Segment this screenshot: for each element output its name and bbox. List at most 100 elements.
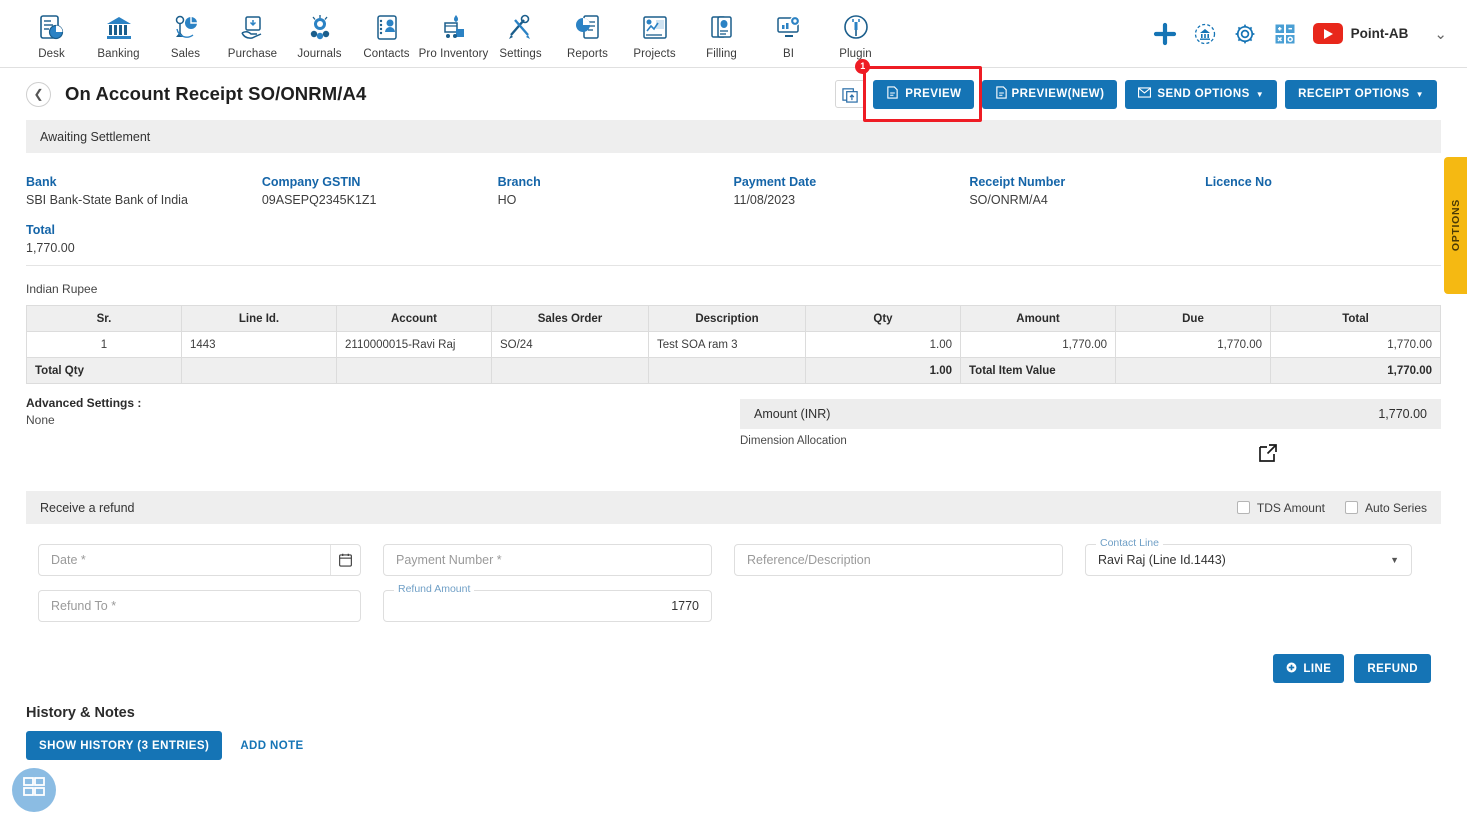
cell-amount: 1,770.00 bbox=[960, 331, 1116, 358]
back-button[interactable]: ❮ bbox=[26, 81, 51, 107]
plus-icon[interactable] bbox=[1153, 22, 1177, 46]
widget-grid-icon bbox=[23, 776, 45, 804]
refund-form: Date * Payment Number * Reference/Descri… bbox=[26, 524, 1441, 640]
send-options-button-label: SEND OPTIONS bbox=[1157, 88, 1250, 100]
col-account: Account bbox=[336, 305, 492, 332]
checkbox-label: TDS Amount bbox=[1256, 500, 1325, 515]
refund-button[interactable]: REFUND bbox=[1354, 654, 1431, 683]
nav-item-contacts[interactable]: Contacts bbox=[353, 8, 420, 60]
field-total: Total 1,770.00 bbox=[26, 223, 262, 255]
status-band: Awaiting Settlement bbox=[26, 120, 1441, 153]
field-label: Total bbox=[26, 223, 55, 237]
field-company-gstin: Company GSTIN 09ASEPQ2345K1Z1 bbox=[262, 175, 498, 207]
refund-to-input[interactable]: Refund To * bbox=[38, 590, 361, 622]
cell-description: Test SOA ram 3 bbox=[648, 331, 806, 358]
widget-launcher-button[interactable] bbox=[12, 768, 56, 812]
add-note-button[interactable]: ADD NOTE bbox=[240, 740, 303, 752]
settings-tools-icon bbox=[506, 12, 536, 44]
dimension-allocation-row: Dimension Allocation bbox=[740, 429, 1441, 475]
reference-description-input[interactable]: Reference/Description bbox=[734, 544, 1063, 576]
nav-item-pro-inventory[interactable]: Pro Inventory bbox=[419, 8, 488, 60]
col-sales-order: Sales Order bbox=[491, 305, 649, 332]
col-amount: Amount bbox=[960, 305, 1116, 332]
nav-item-sales[interactable]: Sales bbox=[152, 8, 219, 60]
auto-series-checkbox[interactable]: Auto Series bbox=[1344, 501, 1427, 515]
contact-line-select[interactable]: Contact Line Ravi Raj (Line Id.1443) ▼ bbox=[1085, 537, 1412, 576]
send-options-button[interactable]: SEND OPTIONS ▼ bbox=[1125, 79, 1278, 109]
nav-item-purchase[interactable]: Purchase bbox=[219, 8, 286, 60]
show-history-button[interactable]: SHOW HISTORY (3 ENTRIES) bbox=[26, 731, 223, 760]
show-history-button-label: SHOW HISTORY (3 ENTRIES) bbox=[39, 739, 210, 752]
amount-label: Amount (INR) bbox=[754, 407, 831, 421]
nav-item-label: Projects bbox=[633, 47, 676, 60]
refund-amount-input[interactable]: Refund Amount 1770 bbox=[383, 583, 712, 622]
contact-line-label: Contact Line bbox=[1096, 537, 1163, 549]
field-label: Bank bbox=[26, 175, 57, 189]
nav-item-label: BI bbox=[782, 47, 795, 60]
calculator-icon[interactable] bbox=[1273, 22, 1297, 46]
upload-doc-icon[interactable] bbox=[835, 80, 866, 108]
external-link-icon[interactable] bbox=[1258, 443, 1278, 468]
totals-blank-2 bbox=[336, 357, 492, 384]
cell-account: 2110000015-Ravi Raj bbox=[336, 331, 492, 358]
nav-item-bi[interactable]: BI bbox=[755, 8, 822, 60]
field-licence-no: Licence No bbox=[1205, 175, 1441, 207]
nav-item-banking[interactable]: Banking bbox=[85, 8, 152, 60]
journals-icon bbox=[305, 12, 335, 44]
col-due: Due bbox=[1115, 305, 1271, 332]
date-input[interactable]: Date * bbox=[38, 544, 361, 576]
table-header-row: Sr. Line Id. Account Sales Order Descrip… bbox=[26, 305, 1441, 332]
nav-item-desk[interactable]: Desk bbox=[18, 8, 85, 60]
nav-item-label: Contacts bbox=[363, 47, 410, 60]
refund-band-title: Receive a refund bbox=[40, 500, 135, 515]
nav-item-label: Desk bbox=[38, 47, 65, 60]
form-row-2: Refund To * Refund Amount 1770 bbox=[38, 583, 1429, 622]
field-label: Company GSTIN bbox=[261, 175, 361, 189]
field-payment-date: Payment Date 11/08/2023 bbox=[733, 175, 969, 207]
nav-item-projects[interactable]: Projects bbox=[621, 8, 688, 60]
field-label: Receipt Number bbox=[969, 175, 1066, 189]
brand-name: Point-AB bbox=[1350, 26, 1409, 41]
amount-value: 1,770.00 bbox=[1378, 407, 1427, 421]
nav-item-filling[interactable]: Filling bbox=[688, 8, 755, 60]
field-branch: Branch HO bbox=[498, 175, 734, 207]
page-header: ❮ On Account Receipt SO/ONRM/A4 1 PREVIE… bbox=[0, 58, 1467, 122]
refund-band: Receive a refund TDS Amount Auto Series bbox=[26, 491, 1441, 524]
preview-button[interactable]: PREVIEW bbox=[873, 79, 975, 109]
payment-number-input[interactable]: Payment Number * bbox=[383, 544, 712, 576]
nav-item-list: Desk Banking Sales Purchase Journals Con… bbox=[18, 8, 889, 60]
info-field-grid: Bank SBI Bank-State Bank of India Compan… bbox=[26, 153, 1441, 265]
add-line-button[interactable]: LINE bbox=[1273, 654, 1345, 683]
reports-icon bbox=[573, 12, 603, 44]
caret-down-icon[interactable]: ▼ bbox=[1390, 555, 1399, 565]
receipt-options-button[interactable]: RECEIPT OPTIONS ▼ bbox=[1285, 79, 1437, 109]
totals-label: Total Qty bbox=[26, 357, 182, 384]
preview-new-button[interactable]: PREVIEW(NEW) bbox=[982, 79, 1118, 109]
brand-chip[interactable]: Point-AB bbox=[1312, 23, 1409, 44]
table-row[interactable]: 1 1443 2110000015-Ravi Raj SO/24 Test SO… bbox=[26, 331, 1441, 358]
totals-blank-1 bbox=[181, 357, 337, 384]
cell-due: 1,770.00 bbox=[1115, 331, 1271, 358]
nav-item-label: Filling bbox=[706, 47, 737, 60]
field-value: SO/ONRM/A4 bbox=[969, 193, 1048, 207]
field-value: 09ASEPQ2345K1Z1 bbox=[261, 193, 377, 207]
dimension-allocation-label: Dimension Allocation bbox=[740, 435, 847, 447]
contacts-icon bbox=[372, 12, 402, 44]
nav-item-plugin[interactable]: Plugin bbox=[822, 8, 889, 60]
main-content: Awaiting Settlement Bank SBI Bank-State … bbox=[0, 120, 1467, 683]
calendar-icon[interactable] bbox=[330, 545, 360, 575]
refund-action-buttons: LINE REFUND bbox=[26, 640, 1441, 683]
tds-amount-checkbox[interactable]: TDS Amount bbox=[1236, 500, 1325, 515]
nav-item-label: Plugin bbox=[839, 47, 872, 60]
nav-item-journals[interactable]: Journals bbox=[286, 8, 353, 60]
chevron-down-icon[interactable]: ⌄ bbox=[1434, 25, 1447, 43]
options-side-tab[interactable]: OPTIONS bbox=[1444, 157, 1467, 294]
nav-item-reports[interactable]: Reports bbox=[554, 8, 621, 60]
youtube-icon[interactable] bbox=[1312, 23, 1343, 44]
field-label: Licence No bbox=[1205, 175, 1272, 189]
gear-icon[interactable] bbox=[1233, 22, 1257, 46]
caret-down-icon: ▼ bbox=[1415, 89, 1424, 99]
field-label: Payment Date bbox=[733, 175, 817, 189]
nav-item-settings[interactable]: Settings bbox=[487, 8, 554, 60]
bank-sync-icon[interactable] bbox=[1193, 22, 1217, 46]
